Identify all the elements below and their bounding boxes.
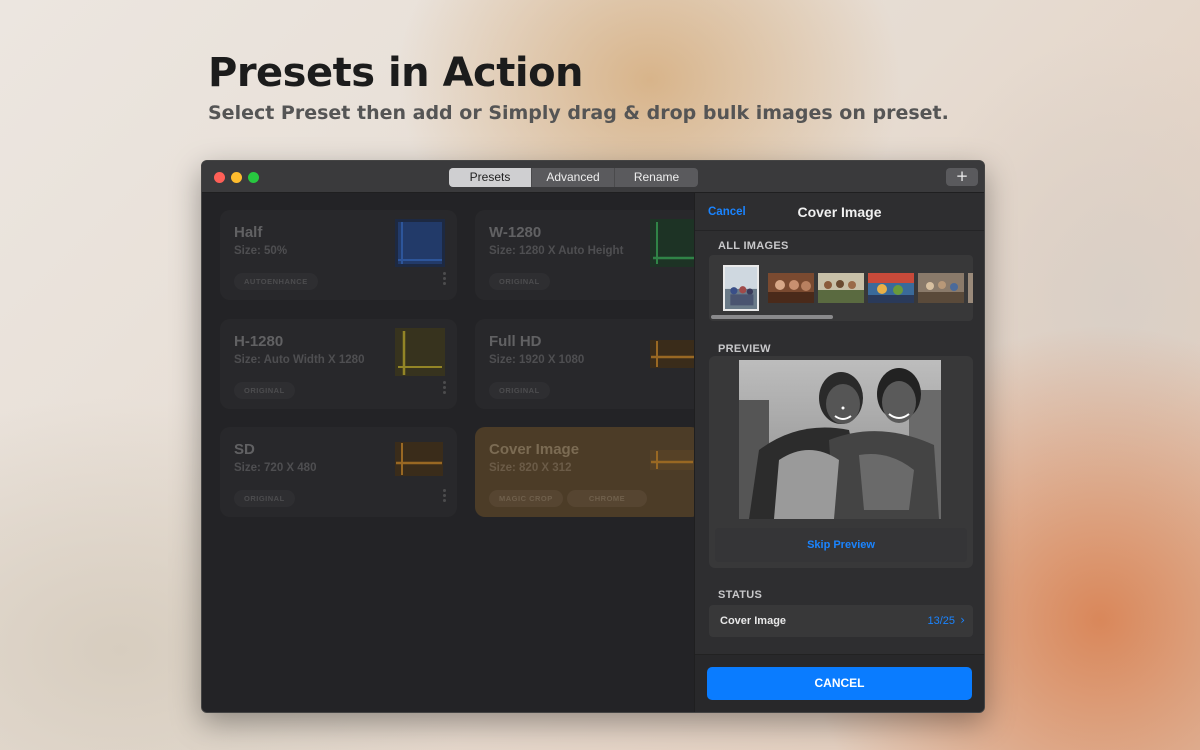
panel-footer: CANCEL — [695, 654, 984, 712]
tab-rename[interactable]: Rename — [615, 168, 698, 187]
preset-size: Size: 1920 X 1080 — [489, 354, 585, 366]
crop-icon — [650, 340, 696, 368]
preset-tag: ORIGINAL — [234, 490, 295, 507]
zoom-window-button[interactable] — [248, 172, 259, 183]
crop-icon — [650, 450, 694, 470]
more-options-icon[interactable] — [443, 381, 447, 397]
preset-tag: ORIGINAL — [234, 382, 295, 399]
more-options-icon[interactable] — [443, 272, 447, 288]
height-fixed-icon — [395, 328, 445, 376]
preset-tag: ORIGINAL — [489, 273, 550, 290]
preset-card-w-1280[interactable]: W-1280 Size: 1280 X Auto Height ORIGINAL — [475, 210, 712, 300]
preset-card-half[interactable]: Half Size: 50% AUTOENHANCE — [220, 210, 457, 300]
preset-card-full-hd[interactable]: Full HD Size: 1920 X 1080 ORIGINAL — [475, 319, 712, 409]
status-label: STATUS — [718, 589, 763, 601]
preview-image — [739, 360, 941, 519]
preset-name: W-1280 — [489, 224, 542, 241]
tab-presets[interactable]: Presets — [449, 168, 532, 187]
crop-icon — [395, 442, 443, 476]
preset-name: Half — [234, 224, 263, 241]
preset-card-h-1280[interactable]: H-1280 Size: Auto Width X 1280 ORIGINAL — [220, 319, 457, 409]
preset-name: Cover Image — [489, 441, 580, 458]
all-images-label: ALL IMAGES — [718, 240, 789, 252]
cancel-button[interactable]: CANCEL — [707, 667, 972, 700]
preset-size: Size: 1280 X Auto Height — [489, 245, 624, 257]
preset-name: SD — [234, 441, 255, 458]
chevron-right-icon: › — [960, 613, 965, 627]
preset-name: Full HD — [489, 333, 542, 350]
status-name: Cover Image — [720, 615, 787, 627]
preset-size: Size: 820 X 312 — [489, 462, 572, 474]
preset-tag: MAGIC CROP — [489, 490, 563, 507]
strip-scrollbar[interactable] — [711, 315, 833, 319]
presets-grid: Half Size: 50% AUTOENHANCE W-1280 Size: … — [202, 193, 712, 712]
tab-advanced[interactable]: Advanced — [532, 168, 615, 187]
scale-half-icon — [395, 219, 445, 267]
status-row[interactable]: Cover Image 13/25 › — [709, 605, 973, 637]
more-options-icon[interactable] — [443, 489, 447, 505]
image-thumbnail[interactable] — [723, 265, 759, 311]
cover-image-panel: Cancel Cover Image ALL IMAGES PREVIEW Sk… — [694, 193, 984, 712]
panel-header: Cancel Cover Image — [695, 193, 984, 231]
minimize-window-button[interactable] — [231, 172, 242, 183]
image-strip[interactable] — [709, 255, 973, 321]
preset-card-cover-image[interactable]: Cover Image Size: 820 X 312 MAGIC CROP C… — [475, 427, 701, 517]
tab-bar: Presets Advanced Rename — [449, 168, 698, 187]
preset-card-sd[interactable]: SD Size: 720 X 480 ORIGINAL — [220, 427, 457, 517]
skip-preview-button[interactable]: Skip Preview — [715, 528, 967, 562]
close-window-button[interactable] — [214, 172, 225, 183]
preset-name: H-1280 — [234, 333, 284, 350]
headline-title: Presets in Action — [208, 50, 584, 96]
preset-tag: AUTOENHANCE — [234, 273, 318, 290]
preset-tag: ORIGINAL — [489, 382, 550, 399]
preset-tag: CHROME — [567, 490, 647, 507]
preview-label: PREVIEW — [718, 343, 771, 355]
preview-box: Skip Preview — [709, 356, 973, 568]
preset-size: Size: 50% — [234, 245, 288, 257]
preset-size: Size: 720 X 480 — [234, 462, 317, 474]
preset-size: Size: Auto Width X 1280 — [234, 354, 365, 366]
image-thumbnail[interactable] — [768, 273, 814, 303]
image-thumbnail[interactable] — [918, 273, 964, 303]
add-preset-button[interactable]: + — [946, 168, 978, 186]
image-thumbnail[interactable] — [868, 273, 914, 303]
headline: Presets in Action Select Preset then add… — [208, 50, 949, 124]
app-window: Presets Advanced Rename + Half Size: 50%… — [201, 160, 985, 713]
status-count: 13/25 — [927, 615, 955, 627]
image-thumbnail[interactable] — [968, 273, 973, 303]
headline-subtitle: Select Preset then add or Simply drag & … — [208, 102, 949, 124]
image-thumbnail[interactable] — [818, 273, 864, 303]
panel-title: Cover Image — [797, 204, 882, 220]
titlebar: Presets Advanced Rename + — [202, 161, 984, 193]
